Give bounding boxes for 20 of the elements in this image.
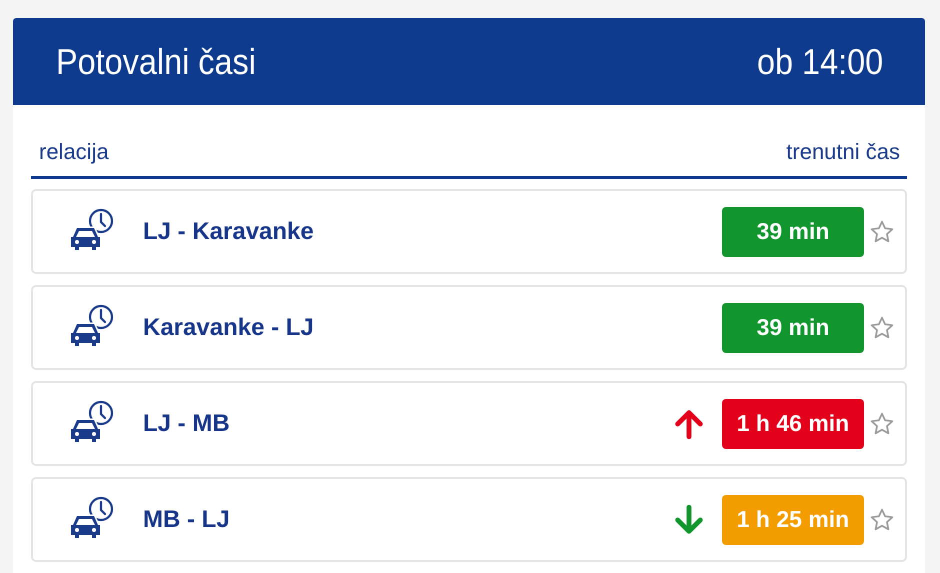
panel-title: Potovalni časi <box>56 40 256 82</box>
star-icon[interactable] <box>869 410 895 436</box>
travel-time-badge: 39 min <box>722 206 864 256</box>
travel-time-badge: 1 h 46 min <box>722 398 864 448</box>
column-header: relacija <box>39 139 109 166</box>
star-icon[interactable] <box>869 314 895 340</box>
route-row[interactable]: LJ - MB 1 h 46 min <box>31 381 907 466</box>
route-name[interactable]: LJ - MB <box>143 410 672 438</box>
route-row[interactable]: MB - LJ 1 h 25 min <box>31 477 907 562</box>
star-icon[interactable] <box>869 506 895 532</box>
route-name[interactable]: MB - LJ <box>143 506 672 534</box>
route-row[interactable]: Karavanke - LJ 39 min <box>31 285 907 370</box>
update-time: ob 14:00 <box>756 40 883 82</box>
route-row[interactable]: LJ - Karavanke 39 min <box>31 189 907 274</box>
route-name[interactable]: LJ - Karavanke <box>143 218 706 246</box>
travel-time-badge: 39 min <box>722 302 864 352</box>
column-header: trenutni čas <box>786 139 900 166</box>
route-name[interactable]: Karavanke - LJ <box>143 314 706 342</box>
travel-time-badge: 1 h 25 min <box>722 494 864 544</box>
star-icon[interactable] <box>869 218 895 244</box>
